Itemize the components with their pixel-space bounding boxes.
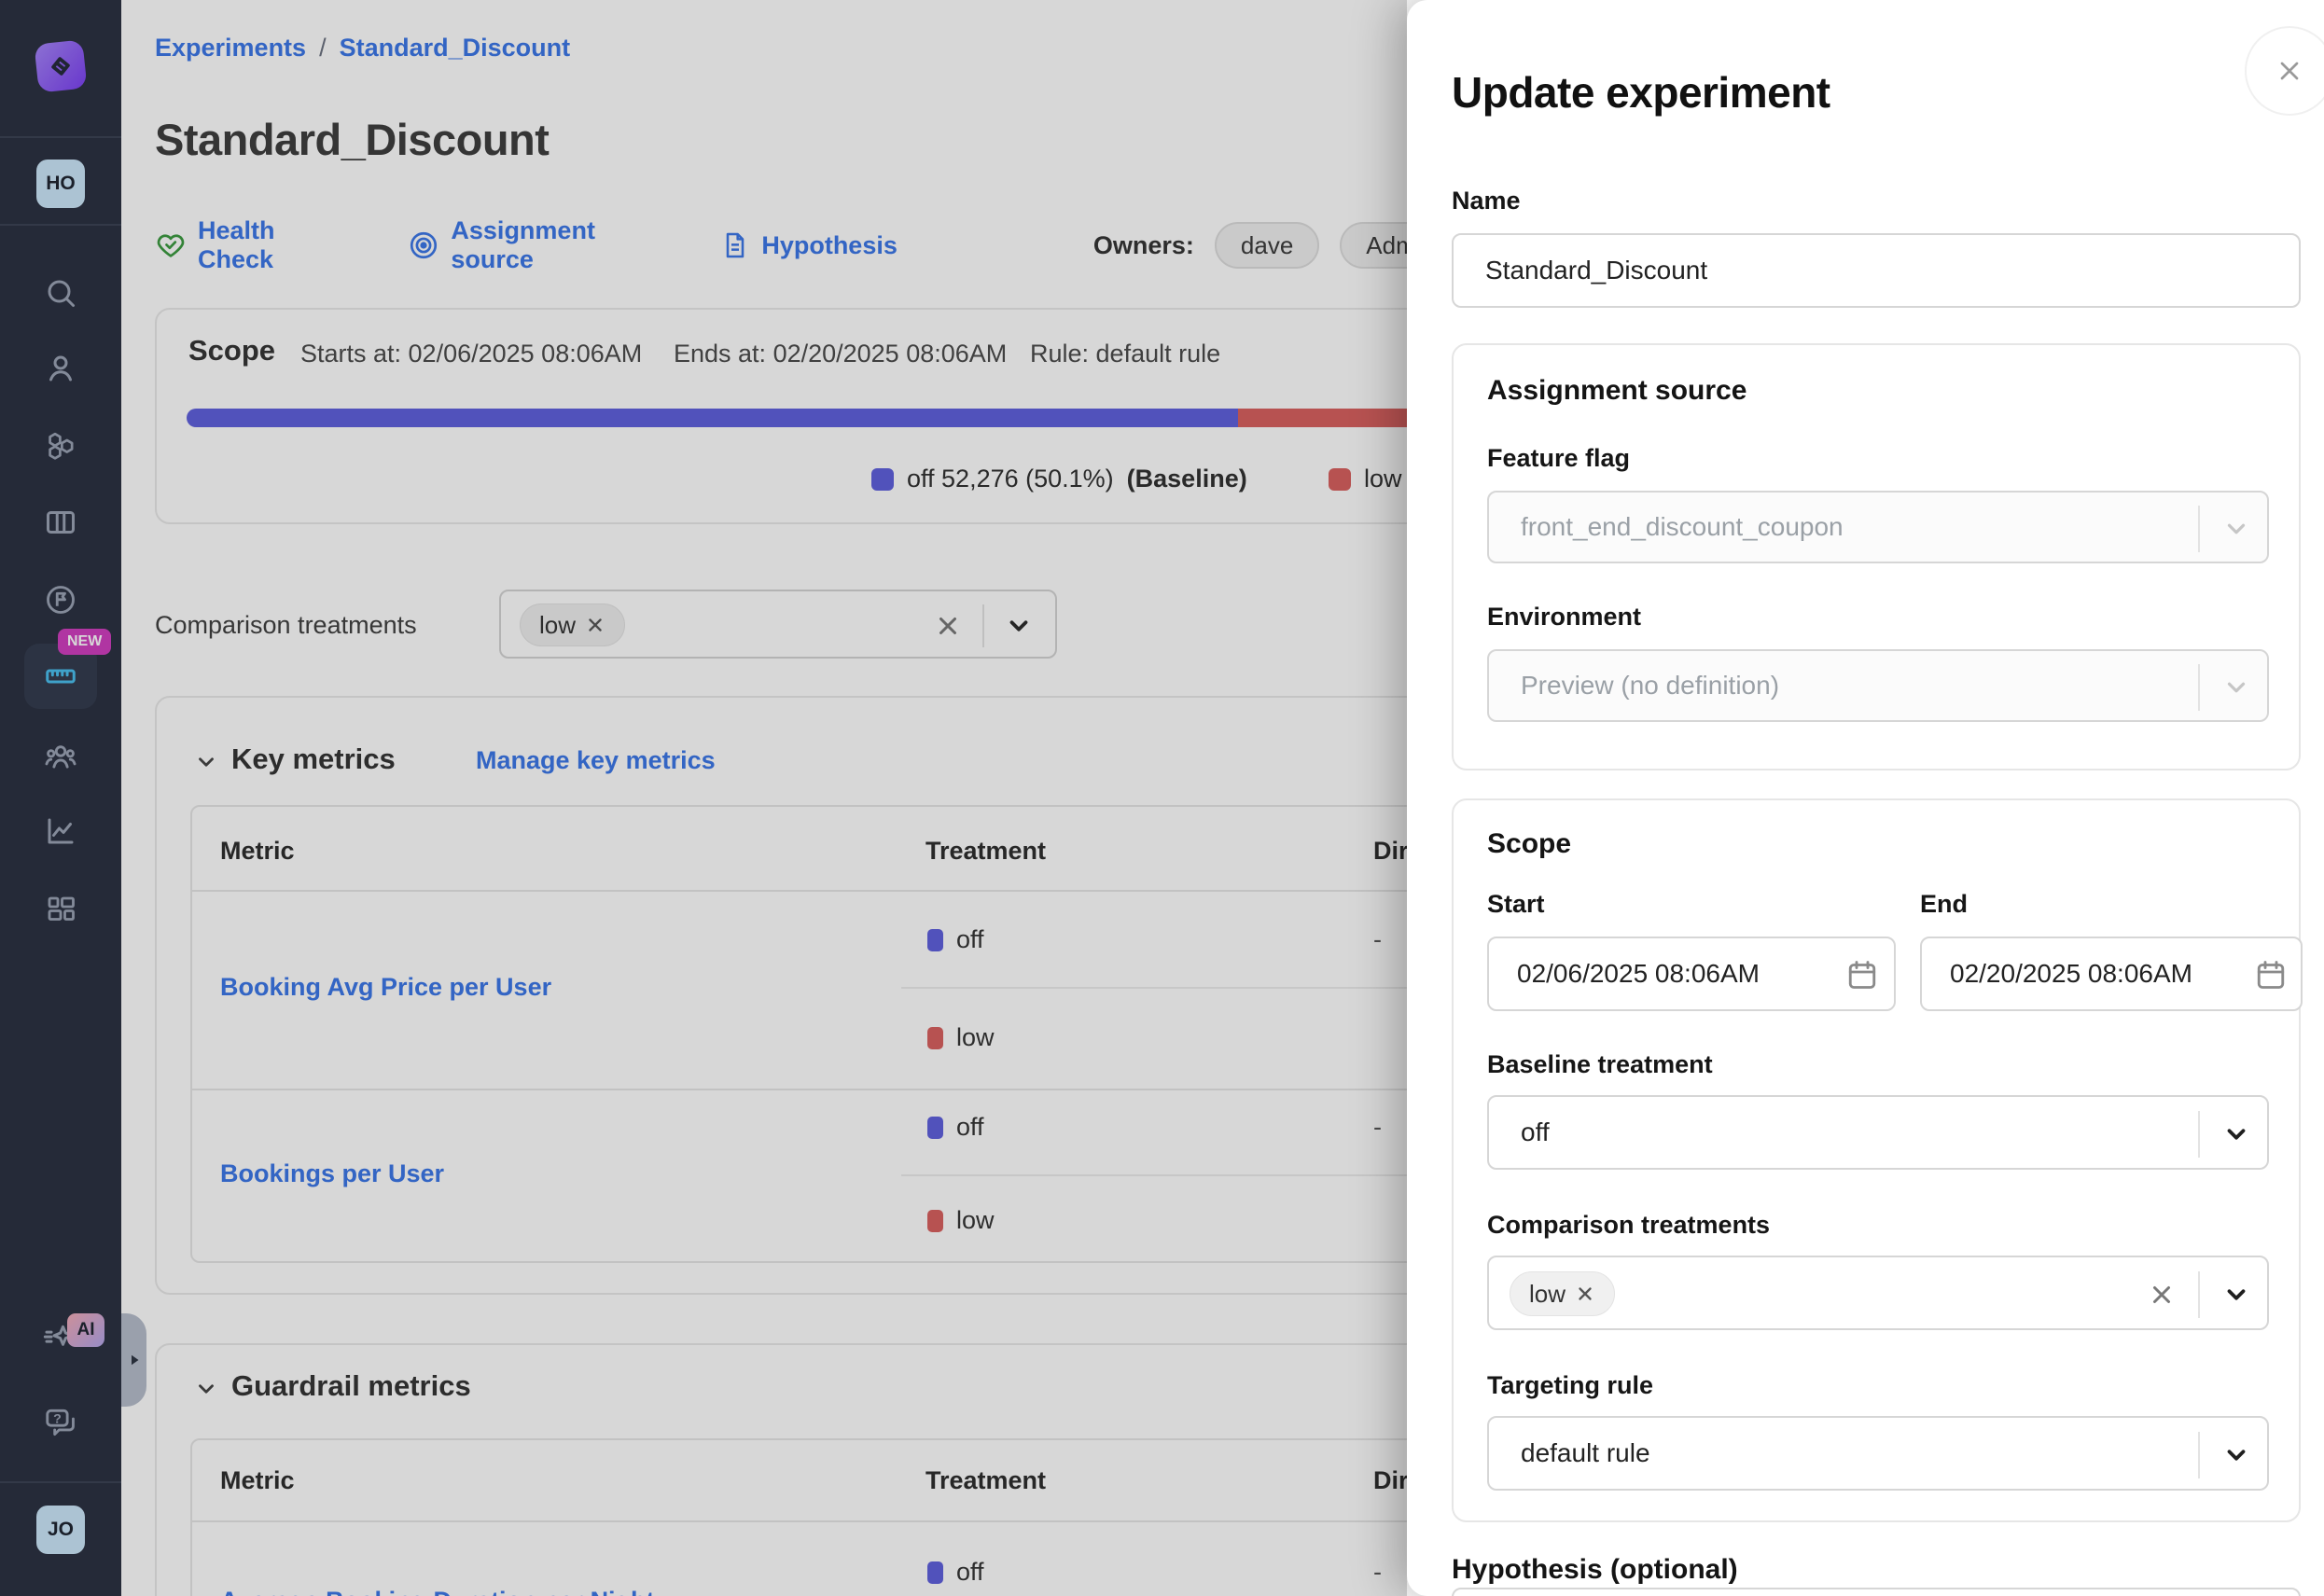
end-date-input[interactable]: 02/20/2025 08:06AM <box>1920 937 2303 1011</box>
panel-scope-title: Scope <box>1487 828 1571 860</box>
hypothesis-input[interactable] <box>1452 1588 2301 1596</box>
calendar-icon[interactable] <box>1845 958 1879 992</box>
assignment-source-card: Assignment source Feature flag front_end… <box>1452 343 2301 770</box>
end-label: End <box>1920 890 1968 919</box>
panel-content: Update experiment Name Standard_Discount… <box>1452 0 2324 1596</box>
chip-remove-icon <box>1575 1284 1595 1304</box>
chevron-down-icon <box>2222 673 2250 701</box>
select-divider <box>2198 1432 2200 1478</box>
select-divider <box>2198 506 2200 552</box>
select-divider <box>2198 1111 2200 1158</box>
modal-backdrop[interactable] <box>0 0 1407 1596</box>
feature-flag-select[interactable]: front_end_discount_coupon <box>1487 491 2269 563</box>
panel-scope-card: Scope Start End 02/06/2025 08:06AM 02/20… <box>1452 798 2301 1522</box>
environment-select[interactable]: Preview (no definition) <box>1487 649 2269 722</box>
app-root: HO NEW AI <box>0 0 2324 1596</box>
hypothesis-optional-label: Hypothesis (optional) <box>1452 1554 1738 1586</box>
select-divider <box>2198 664 2200 711</box>
feature-flag-label: Feature flag <box>1487 444 1630 473</box>
panel-treatment-chip-low[interactable]: low <box>1510 1271 1615 1316</box>
panel-comparison-select[interactable]: low <box>1487 1256 2269 1330</box>
baseline-treatment-label: Baseline treatment <box>1487 1050 1713 1079</box>
environment-label: Environment <box>1487 603 1641 631</box>
assignment-source-title: Assignment source <box>1487 375 1746 407</box>
panel-comparison-label: Comparison treatments <box>1487 1211 1770 1240</box>
name-input[interactable]: Standard_Discount <box>1452 233 2301 308</box>
targeting-rule-label: Targeting rule <box>1487 1371 1653 1400</box>
baseline-treatment-select[interactable]: off <box>1487 1095 2269 1170</box>
start-label: Start <box>1487 890 1545 919</box>
targeting-rule-select[interactable]: default rule <box>1487 1416 2269 1491</box>
start-date-input[interactable]: 02/06/2025 08:06AM <box>1487 937 1896 1011</box>
chevron-down-icon <box>2222 515 2250 543</box>
clear-selection-icon[interactable] <box>2148 1281 2176 1309</box>
select-divider <box>2198 1271 2200 1318</box>
chevron-down-icon[interactable] <box>2222 1120 2250 1148</box>
calendar-icon[interactable] <box>2254 958 2288 992</box>
chevron-down-icon[interactable] <box>2222 1281 2250 1309</box>
chevron-down-icon[interactable] <box>2222 1441 2250 1469</box>
panel-title: Update experiment <box>1452 67 1830 118</box>
name-label: Name <box>1452 187 1521 215</box>
